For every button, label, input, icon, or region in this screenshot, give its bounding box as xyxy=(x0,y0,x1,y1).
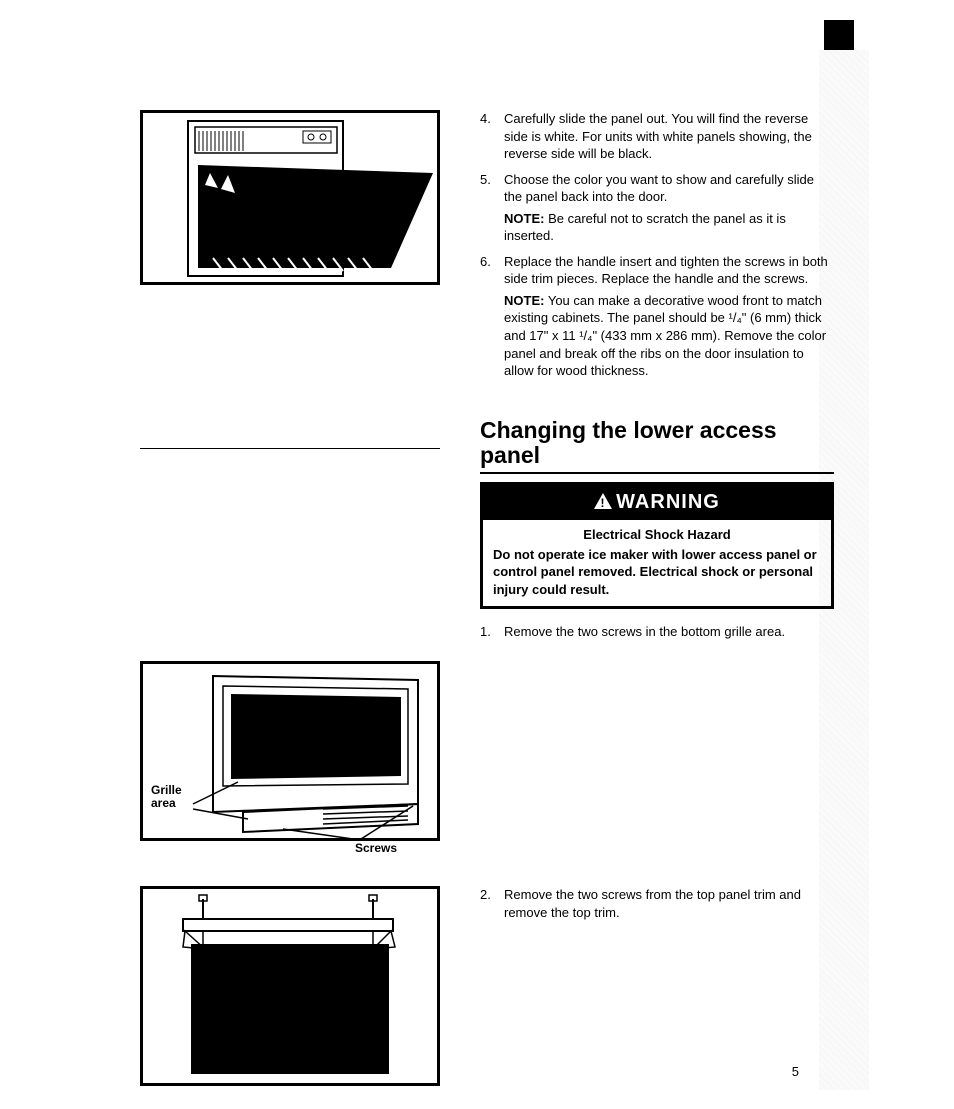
warning-subtitle: Electrical Shock Hazard xyxy=(493,526,821,544)
note-label: NOTE: xyxy=(504,293,544,308)
figure-top-trim xyxy=(140,886,440,1086)
figure-label-screws: Screws xyxy=(355,840,397,856)
figure-panel-slide xyxy=(140,110,440,285)
step-text: Choose the color you want to show and ca… xyxy=(504,172,814,205)
step-num: 5. xyxy=(480,171,494,245)
top-steps-column: 4. Carefully slide the panel out. You wi… xyxy=(480,110,834,388)
step-num: 1. xyxy=(480,623,494,641)
lower-step-2: 2. Remove the two screws from the top pa… xyxy=(480,886,834,921)
figure-1-column xyxy=(140,30,440,388)
svg-text:!: ! xyxy=(601,496,606,509)
warning-body: Electrical Shock Hazard Do not operate i… xyxy=(483,520,831,606)
page-marker-square xyxy=(824,20,854,50)
figure-grille-screws: Grille area Screws xyxy=(140,661,440,841)
section-divider xyxy=(140,448,440,449)
lower-step-1: 1. Remove the two screws in the bottom g… xyxy=(480,623,834,641)
note-label: NOTE: xyxy=(504,211,544,226)
warning-header-text: WARNING xyxy=(616,491,720,513)
top-steps-list: 4. Carefully slide the panel out. You wi… xyxy=(480,110,834,380)
step-num: 6. xyxy=(480,253,494,380)
page-number: 5 xyxy=(792,1063,799,1081)
step-note: NOTE: Be careful not to scratch the pane… xyxy=(504,210,834,245)
figure-label-grille: Grille area xyxy=(151,784,182,810)
label-grille-1: Grille xyxy=(151,783,182,797)
lower-steps-list-1: 1. Remove the two screws in the bottom g… xyxy=(480,623,834,641)
fig2-right-empty xyxy=(480,661,834,841)
step-body: Remove the two screws from the top panel… xyxy=(504,886,834,921)
note-text: Be careful not to scratch the panel as i… xyxy=(504,211,786,244)
step-body: Choose the color you want to show and ca… xyxy=(504,171,834,245)
step-4: 4. Carefully slide the panel out. You wi… xyxy=(480,110,834,163)
warning-text: Do not operate ice maker with lower acce… xyxy=(493,547,817,597)
top-row: 4. Carefully slide the panel out. You wi… xyxy=(140,30,834,388)
label-grille-2: area xyxy=(151,796,176,810)
fig3-step-column: 2. Remove the two screws from the top pa… xyxy=(480,886,834,1086)
step-body: Remove the two screws in the bottom gril… xyxy=(504,623,834,641)
section-title-column: Changing the lower access panel ! WARNIN… xyxy=(480,418,834,649)
warning-triangle-icon: ! xyxy=(594,493,612,509)
section-header-row: Changing the lower access panel ! WARNIN… xyxy=(140,418,834,649)
figure-3-column xyxy=(140,861,440,1086)
fig3-row: 2. Remove the two screws from the top pa… xyxy=(140,861,834,1086)
scan-noise-edge xyxy=(819,50,869,1090)
step-text: Replace the handle insert and tighten th… xyxy=(504,254,828,287)
divider-column xyxy=(140,418,440,649)
step-num: 2. xyxy=(480,886,494,921)
warning-header: ! WARNING xyxy=(483,485,831,520)
step-body: Carefully slide the panel out. You will … xyxy=(504,110,834,163)
figure-2-column: Grille area Screws xyxy=(140,661,440,841)
step-note: NOTE: You can make a decorative wood fro… xyxy=(504,292,834,380)
fig2-row: Grille area Screws xyxy=(140,661,834,841)
note-text: You can make a decorative wood front to … xyxy=(504,293,826,378)
step-5: 5. Choose the color you want to show and… xyxy=(480,171,834,245)
step-num: 4. xyxy=(480,110,494,163)
lower-steps-list-2: 2. Remove the two screws from the top pa… xyxy=(480,886,834,921)
step-6: 6. Replace the handle insert and tighten… xyxy=(480,253,834,380)
step-body: Replace the handle insert and tighten th… xyxy=(504,253,834,380)
warning-box: ! WARNING Electrical Shock Hazard Do not… xyxy=(480,482,834,609)
section-title: Changing the lower access panel xyxy=(480,418,834,475)
